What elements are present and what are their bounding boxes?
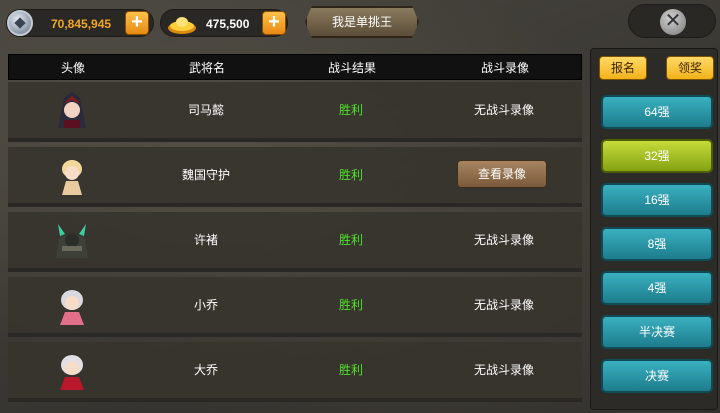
stage-semifinal-button[interactable]: 半决赛 xyxy=(601,315,713,349)
stage-final-button[interactable]: 决赛 xyxy=(601,359,713,393)
table-row: 魏国守护 胜利 查看录像 xyxy=(8,147,582,207)
table-row: 司马懿 胜利 无战斗录像 xyxy=(8,82,582,142)
gold-value: 475,500 xyxy=(206,17,250,31)
view-replay-button[interactable]: 查看录像 xyxy=(457,160,547,188)
claim-reward-button[interactable]: 领奖 xyxy=(666,56,714,80)
battle-result: 胜利 xyxy=(338,168,363,182)
silver-value: 70,845,945 xyxy=(51,17,112,31)
header-result: 战斗结果 xyxy=(327,61,376,75)
stage-32-button[interactable]: 32强 xyxy=(601,139,713,173)
header-name: 武将名 xyxy=(188,61,225,75)
daqiao-avatar xyxy=(60,355,84,390)
stage-4-button[interactable]: 4强 xyxy=(601,271,713,305)
header-avatar: 头像 xyxy=(60,61,85,75)
battle-result: 胜利 xyxy=(338,363,363,377)
replay-status: 无战斗录像 xyxy=(473,363,534,377)
stage-64-button[interactable]: 64强 xyxy=(601,95,713,129)
battle-result: 胜利 xyxy=(338,103,363,117)
general-name: 司马懿 xyxy=(187,103,224,117)
header-replay: 战斗录像 xyxy=(480,61,529,75)
xiaoqiao-avatar xyxy=(60,290,84,325)
stage-16-button[interactable]: 16强 xyxy=(601,183,713,217)
replay-status: 无战斗录像 xyxy=(473,233,534,247)
stage-panel: 报名 领奖 64强 32强 16强 8强 4强 半决赛 决赛 xyxy=(590,48,718,410)
battle-result: 胜利 xyxy=(338,233,363,247)
xuchu-avatar xyxy=(56,224,88,258)
silver-coin-icon xyxy=(7,10,33,36)
general-name: 魏国守护 xyxy=(181,168,230,182)
stage-8-button[interactable]: 8强 xyxy=(601,227,713,261)
replay-status: 无战斗录像 xyxy=(473,103,534,117)
table-row: 小乔 胜利 无战斗录像 xyxy=(8,277,582,337)
close-icon: ✕ xyxy=(660,9,686,35)
table-row: 大乔 胜利 无战斗录像 xyxy=(8,342,582,402)
signup-button[interactable]: 报名 xyxy=(599,56,647,80)
add-silver-button[interactable]: + xyxy=(125,11,149,35)
battle-table: 头像 武将名 战斗结果 战斗录像 司马懿 胜利 无战斗录像 魏国守护 胜利 查看… xyxy=(8,54,582,402)
gold-ingot-icon xyxy=(168,17,196,34)
top-bar: 70,845,945 + 475,500 + 我是单挑王 ✕ xyxy=(0,0,720,46)
table-row: 许褚 胜利 无战斗录像 xyxy=(8,212,582,272)
page-title: 我是单挑王 xyxy=(305,6,419,38)
general-name: 小乔 xyxy=(193,298,218,312)
add-gold-button[interactable]: + xyxy=(262,11,286,35)
general-name: 许褚 xyxy=(193,233,218,247)
simayi-avatar xyxy=(58,92,86,128)
general-name: 大乔 xyxy=(193,363,218,377)
battle-result: 胜利 xyxy=(338,298,363,312)
table-header: 头像 武将名 战斗结果 战斗录像 xyxy=(8,54,582,80)
close-button[interactable]: ✕ xyxy=(628,4,716,38)
replay-status: 无战斗录像 xyxy=(473,298,534,312)
weiguo-guard-avatar xyxy=(62,160,82,195)
